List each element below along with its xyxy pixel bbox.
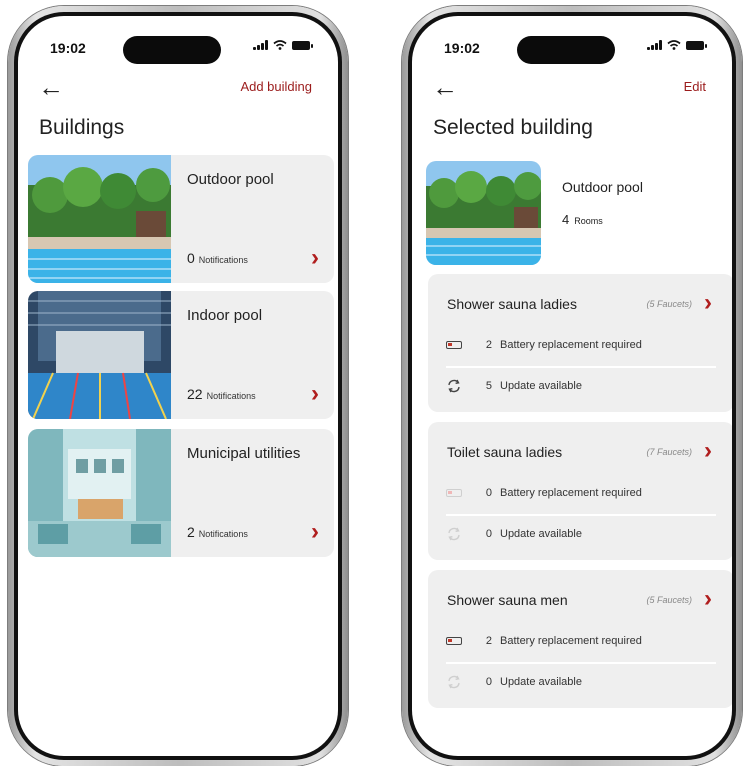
room-name: Shower sauna men bbox=[447, 592, 568, 608]
battery-low-icon bbox=[446, 637, 462, 645]
chevron-right-icon[interactable]: › bbox=[704, 291, 712, 315]
battery-row: 2 Battery replacement required bbox=[446, 336, 642, 354]
notification-count: 2 Notifications bbox=[187, 524, 248, 540]
refresh-icon bbox=[448, 527, 460, 541]
chevron-right-icon[interactable]: › bbox=[704, 439, 712, 463]
battery-row: 0 Battery replacement required bbox=[446, 484, 642, 502]
status-time: 19:02 bbox=[50, 40, 86, 56]
battery-low-icon bbox=[446, 341, 462, 349]
building-card-municipal-utilities[interactable]: Municipal utilities 2 Notifications › bbox=[28, 429, 334, 557]
edit-link[interactable]: Edit bbox=[684, 79, 706, 94]
signal-icon bbox=[647, 40, 662, 50]
wifi-icon bbox=[667, 40, 681, 50]
dynamic-island bbox=[123, 36, 221, 64]
status-time: 19:02 bbox=[444, 40, 480, 56]
building-name: Indoor pool bbox=[187, 307, 263, 324]
back-arrow-icon[interactable]: ← bbox=[432, 74, 458, 100]
add-building-link[interactable]: Add building bbox=[240, 79, 312, 94]
rooms-count: 4 Rooms bbox=[562, 212, 603, 227]
status-icons bbox=[647, 40, 707, 50]
indoor-pool-image bbox=[28, 291, 171, 419]
selected-building-screen: 19:02 ← Edit Selected building Outdoor p… bbox=[412, 16, 732, 756]
faucet-count: (7 Faucets) bbox=[646, 447, 692, 457]
page-title: Buildings bbox=[39, 116, 125, 139]
building-card-indoor-pool[interactable]: Indoor pool 22 Notifications › bbox=[28, 291, 334, 419]
outdoor-pool-image bbox=[28, 155, 171, 283]
building-name: Outdoor pool bbox=[187, 171, 274, 188]
room-name: Toilet sauna ladies bbox=[447, 444, 563, 460]
dynamic-island bbox=[517, 36, 615, 64]
room-name: Shower sauna ladies bbox=[447, 296, 577, 312]
refresh-icon bbox=[448, 379, 460, 393]
signal-icon bbox=[253, 40, 268, 50]
phone-frame-right: 19:02 ← Edit Selected building Outdoor p… bbox=[402, 6, 742, 766]
room-card-shower-sauna-ladies[interactable]: Shower sauna ladies (5 Faucets) › 2 Batte… bbox=[428, 274, 732, 412]
update-row: 5 Update available bbox=[446, 377, 582, 395]
chevron-right-icon[interactable]: › bbox=[311, 246, 319, 270]
refresh-icon bbox=[448, 675, 460, 689]
room-card-shower-sauna-men[interactable]: Shower sauna men (5 Faucets) › 2 Battery … bbox=[428, 570, 732, 708]
update-row: 0 Update available bbox=[446, 525, 582, 543]
phone-frame-left: 19:02 ← Add building Buildings Outdoor p… bbox=[8, 6, 348, 766]
battery-status-icon bbox=[292, 40, 313, 50]
faucet-count: (5 Faucets) bbox=[646, 595, 692, 605]
chevron-right-icon[interactable]: › bbox=[311, 382, 319, 406]
chevron-right-icon[interactable]: › bbox=[311, 520, 319, 544]
status-icons bbox=[253, 40, 313, 50]
buildings-screen: 19:02 ← Add building Buildings Outdoor p… bbox=[18, 16, 338, 756]
building-name: Municipal utilities bbox=[187, 445, 301, 462]
chevron-right-icon[interactable]: › bbox=[704, 587, 712, 611]
row-divider bbox=[446, 514, 716, 516]
faucet-count: (5 Faucets) bbox=[646, 299, 692, 309]
page-title: Selected building bbox=[433, 116, 593, 139]
row-divider bbox=[446, 662, 716, 664]
battery-low-icon bbox=[446, 489, 462, 497]
battery-status-icon bbox=[686, 40, 707, 50]
back-arrow-icon[interactable]: ← bbox=[38, 74, 64, 100]
notification-count: 22 Notifications bbox=[187, 386, 256, 402]
selected-building-name: Outdoor pool bbox=[562, 179, 643, 195]
notification-count: 0 Notifications bbox=[187, 250, 248, 266]
battery-row: 2 Battery replacement required bbox=[446, 632, 642, 650]
update-row: 0 Update available bbox=[446, 673, 582, 691]
row-divider bbox=[446, 366, 716, 368]
municipal-utilities-image bbox=[28, 429, 171, 557]
building-card-outdoor-pool[interactable]: Outdoor pool 0 Notifications › bbox=[28, 155, 334, 283]
room-card-toilet-sauna-ladies[interactable]: Toilet sauna ladies (7 Faucets) › 0 Batte… bbox=[428, 422, 732, 560]
wifi-icon bbox=[273, 40, 287, 50]
selected-building-image bbox=[426, 161, 541, 265]
